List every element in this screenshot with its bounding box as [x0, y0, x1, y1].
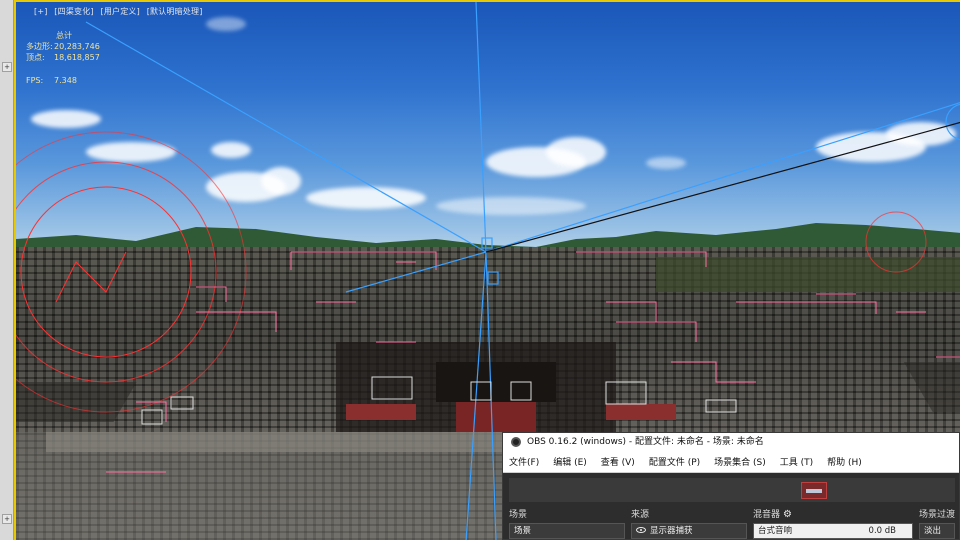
expand-button-bottom[interactable]: + — [2, 514, 12, 524]
viewport-menu-custom[interactable]: [用户定义] — [101, 7, 140, 16]
stats-value: 20,283,746 — [54, 42, 100, 51]
mixer-channel[interactable]: 台式音响 0.0 dB — [753, 523, 913, 539]
preview-thumbnail — [801, 482, 827, 499]
left-toolbar-strip: + + — [0, 0, 14, 540]
menu-view[interactable]: 查看 (V) — [601, 455, 635, 468]
stats-label: 多边形: — [26, 42, 53, 51]
stats-row-fps: FPS: 7.348 — [26, 75, 100, 86]
menu-scene-collection[interactable]: 场景集合 (S) — [714, 455, 766, 468]
stats-value: 18,618,857 — [54, 53, 100, 62]
mixer-db-value: 0.0 dB — [868, 526, 896, 536]
obs-panels: 场景 来源 混音器 ⚙ 场景过渡 场景 显示器捕获 台式音响 0.0 dB 淡出 — [509, 505, 955, 539]
scene-list-item[interactable]: 场景 — [509, 523, 625, 539]
mixer-header-label: 混音器 — [753, 510, 781, 520]
obs-window-title: OBS 0.16.2 (windows) - 配置文件: 未命名 - 场景: 未… — [527, 437, 764, 447]
menu-edit[interactable]: 编辑 (E) — [553, 455, 587, 468]
stats-label: 顶点: — [26, 53, 45, 62]
scene-statistics: 总计 多边形: 20,283,746 顶点: 18,618,857 FPS: 7… — [26, 30, 100, 86]
obs-window[interactable]: OBS 0.16.2 (windows) - 配置文件: 未命名 - 场景: 未… — [502, 432, 960, 540]
source-label: 显示器捕获 — [650, 526, 693, 536]
viewport-menu-view[interactable]: [四渠变化] — [54, 7, 93, 16]
mixer-header: 混音器 ⚙ — [753, 507, 792, 520]
stats-row-vertices: 顶点: 18,618,857 — [26, 52, 100, 63]
fps-value: 7.348 — [54, 76, 77, 85]
viewport-menu-plus[interactable]: [+] — [34, 7, 48, 16]
fps-label: FPS: — [26, 76, 44, 85]
obs-title-bar[interactable]: OBS 0.16.2 (windows) - 配置文件: 未命名 - 场景: 未… — [503, 433, 959, 451]
obs-menu-bar: 文件(F) 编辑 (E) 查看 (V) 配置文件 (P) 场景集合 (S) 工具… — [503, 451, 959, 473]
sources-header: 来源 — [631, 510, 650, 520]
stats-row-polygons: 多边形: 20,283,746 — [26, 41, 100, 52]
menu-profile[interactable]: 配置文件 (P) — [649, 455, 700, 468]
mixer-channel-label: 台式音响 — [758, 526, 793, 536]
transitions-header: 场景过渡 — [919, 510, 956, 520]
transition-select[interactable]: 淡出 — [919, 523, 955, 539]
source-list-item[interactable]: 显示器捕获 — [631, 523, 747, 539]
expand-button[interactable]: + — [2, 62, 12, 72]
obs-logo-icon — [511, 437, 521, 447]
menu-tools[interactable]: 工具 (T) — [780, 455, 813, 468]
viewport-label-menu[interactable]: [+] [四渠变化] [用户定义] [默认明暗处理] — [34, 6, 207, 17]
stats-title: 总计 — [56, 31, 72, 40]
gear-icon[interactable]: ⚙ — [783, 509, 792, 520]
menu-help[interactable]: 帮助 (H) — [827, 455, 862, 468]
eye-icon[interactable] — [636, 527, 646, 533]
scenes-header: 场景 — [509, 510, 528, 520]
screen: + + [+] [四渠变化] [用户定义] [默认明暗处理] 总计 多边形: 2… — [0, 0, 960, 540]
viewport-menu-shading[interactable]: [默认明暗处理] — [147, 7, 203, 16]
menu-file[interactable]: 文件(F) — [509, 455, 539, 468]
obs-preview-area[interactable] — [509, 478, 955, 502]
